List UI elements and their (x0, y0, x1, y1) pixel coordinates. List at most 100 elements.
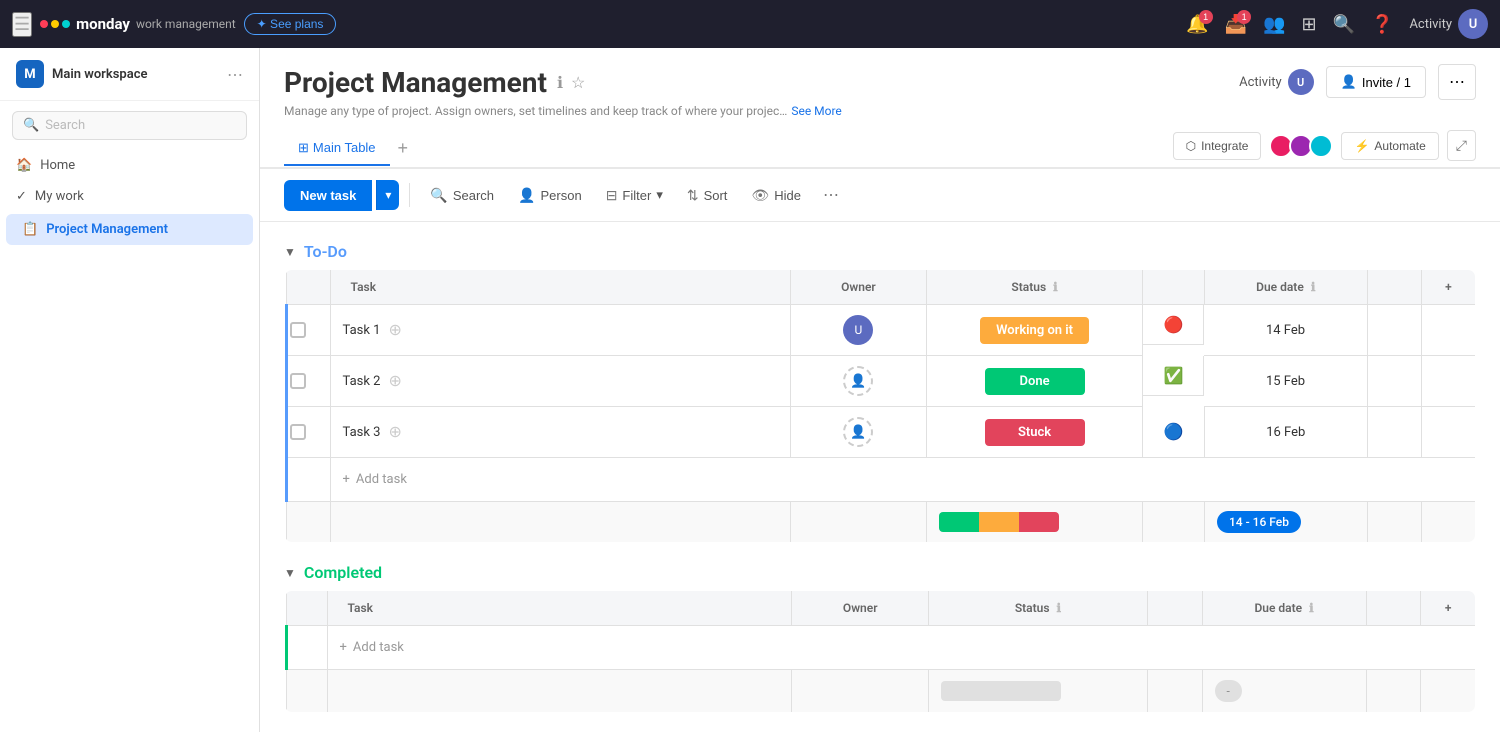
completed-summary-row: - (286, 670, 1476, 713)
see-more-link[interactable]: See More (791, 104, 841, 118)
sort-label: Sort (704, 188, 728, 203)
status-bar-stuck (1019, 512, 1059, 532)
project-title-row: Project Management ℹ ☆ Activity U 👤 Invi… (284, 64, 1476, 100)
view-tabs: ⊞ Main Table + (284, 132, 416, 166)
row-1-checkbox[interactable] (290, 322, 306, 338)
row-2-status-cell: Done (926, 356, 1143, 407)
row-2-add-person[interactable]: ⊕ (388, 371, 401, 391)
row-3-empty-cell (1367, 407, 1421, 458)
sort-button[interactable]: ⇅ Sort (677, 181, 738, 210)
sidebar-item-project-management[interactable]: 📋 Project Management (6, 214, 253, 245)
workspace-initial: M (16, 60, 44, 88)
completed-add-column-header[interactable]: + (1421, 591, 1476, 626)
row-3-add-person[interactable]: ⊕ (388, 422, 401, 442)
help-button[interactable]: ❓ (1371, 14, 1393, 35)
row-1-add-person[interactable]: ⊕ (388, 320, 401, 340)
add-task-row-completed: + Add task (286, 626, 1476, 670)
completed-summary-status-cell (929, 670, 1148, 713)
sidebar-search-box[interactable]: 🔍 Search (12, 111, 247, 140)
row-checkbox-cell (286, 305, 330, 356)
row-1-owner: U (803, 315, 913, 345)
row-3-status-badge[interactable]: Stuck (985, 419, 1085, 446)
row-1-status-badge[interactable]: Working on it (980, 317, 1089, 344)
summary-status-cell (926, 502, 1143, 543)
activity-avatar: U (1288, 69, 1314, 95)
status-bar-working (979, 512, 1019, 532)
checkbox-header (286, 270, 330, 305)
activity-btn-project[interactable]: Activity U (1239, 69, 1314, 95)
status-info-icon[interactable]: ℹ (1053, 280, 1058, 294)
search-button[interactable]: 🔍 (1333, 14, 1355, 35)
task-2-cell-content: Task 2 ⊕ (343, 371, 779, 391)
completed-status-info-icon[interactable]: ℹ (1057, 601, 1062, 615)
add-task-checkbox-completed (286, 626, 327, 670)
row-3-checkbox[interactable] (290, 424, 306, 440)
invite-button-project[interactable]: 👤 Invite / 1 (1326, 66, 1426, 98)
table-icon: ⊞ (298, 140, 309, 156)
header-options-button[interactable]: ⋯ (1438, 64, 1476, 100)
row-3-task-name: Task 3 (343, 425, 381, 440)
completed-summary-task-cell (327, 670, 792, 713)
collapse-button[interactable]: ⤢ (1447, 130, 1476, 161)
group-todo-title: To-Do (304, 242, 347, 261)
row-3-checkbox-cell (286, 407, 330, 458)
add-view-button[interactable]: + (390, 132, 417, 165)
notifications-button[interactable]: 🔔 1 (1186, 14, 1208, 35)
activity-button[interactable]: Activity U (1409, 9, 1488, 39)
home-icon: 🏠 (16, 158, 32, 173)
row-2-plus-cell (1421, 356, 1475, 407)
tab-main-table[interactable]: ⊞ Main Table (284, 132, 390, 166)
automate-icon: ⚡ (1354, 139, 1369, 153)
sidebar-mywork-label: My work (35, 189, 84, 204)
inbox-button[interactable]: 📥 1 (1225, 14, 1247, 35)
star-icon[interactable]: ☆ (571, 73, 585, 92)
todo-collapse-button[interactable]: ▼ (284, 245, 296, 259)
new-task-arrow-button[interactable]: ▾ (376, 180, 399, 210)
task-cell-content: Task 1 ⊕ (343, 320, 779, 340)
duedate-info-icon[interactable]: ℹ (1311, 280, 1316, 294)
add-column-header[interactable]: + (1421, 270, 1475, 305)
add-task-button-todo[interactable]: + Add task (343, 468, 1463, 491)
sidebar-item-home[interactable]: 🏠 Home (0, 150, 259, 181)
completed-summary-owner-cell (792, 670, 929, 713)
more-options-button[interactable]: ⋯ (815, 179, 847, 211)
row-1-avatar[interactable]: U (843, 315, 873, 345)
topnav-left: ☰ monday work management ✦ See plans (12, 12, 1176, 37)
completed-duedate-info-icon[interactable]: ℹ (1309, 601, 1314, 615)
filter-icon: ⊟ (606, 187, 618, 204)
completed-collapse-button[interactable]: ▼ (284, 566, 296, 580)
row-2-checkbox-cell (286, 356, 330, 407)
automate-button[interactable]: ⚡ Automate (1341, 132, 1438, 160)
row-3-avatar[interactable]: 👤 (843, 417, 873, 447)
person-filter-button[interactable]: 👤 Person (508, 181, 592, 210)
see-plans-button[interactable]: ✦ See plans (244, 13, 337, 35)
table-area: ▼ To-Do Task Owner Statusℹ (260, 222, 1500, 732)
add-task-label-todo: Add task (356, 472, 407, 487)
sidebar-home-label: Home (40, 158, 75, 173)
grid-menu-button[interactable]: ☰ (12, 12, 32, 37)
row-3-priority-cell: 🔵 (1143, 407, 1205, 458)
completed-table: Task Owner Statusℹ Due dateℹ + (284, 590, 1476, 713)
row-2-checkbox[interactable] (290, 373, 306, 389)
row-2-avatar[interactable]: 👤 (843, 366, 873, 396)
hide-icon: 👁 (751, 187, 769, 204)
group-completed-title: Completed (304, 563, 382, 582)
completed-status-bar (941, 681, 1061, 701)
sidebar-item-mywork[interactable]: ✓ My work (0, 181, 259, 212)
invite-button[interactable]: 👥 (1263, 14, 1285, 35)
sidebar: M Main workspace ⋯ 🔍 Search 🏠 Home ✓ My … (0, 48, 260, 732)
add-task-button-completed[interactable]: + Add task (340, 636, 1463, 659)
search-action-button[interactable]: 🔍 Search (420, 181, 504, 210)
activity-label-project: Activity (1239, 75, 1282, 90)
filter-button[interactable]: ⊟ Filter ▾ (596, 181, 673, 210)
info-icon[interactable]: ℹ (557, 73, 563, 92)
integrate-button[interactable]: ⬡ Integrate (1173, 132, 1262, 160)
project-description: Manage any type of project. Assign owner… (284, 104, 1476, 118)
row-2-status-badge[interactable]: Done (985, 368, 1085, 395)
sidebar-options-icon[interactable]: ⋯ (227, 65, 243, 84)
new-task-button[interactable]: New task (284, 180, 372, 211)
hide-button[interactable]: 👁 Hide (741, 181, 811, 210)
apps-button[interactable]: ⊞ (1302, 14, 1317, 35)
summary-plus-cell (1421, 502, 1475, 543)
row-3-duedate-cell: 16 Feb (1204, 407, 1367, 458)
